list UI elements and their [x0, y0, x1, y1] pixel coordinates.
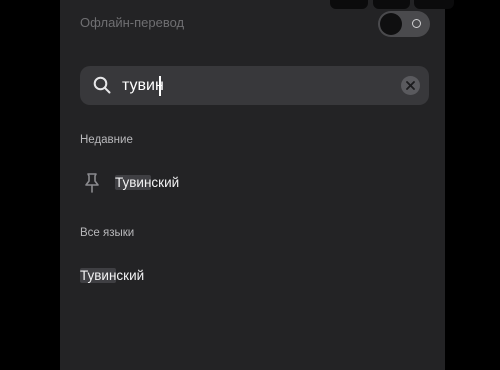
- top-tab[interactable]: [373, 0, 410, 9]
- toggle-knob: [380, 13, 402, 35]
- close-icon: [406, 81, 415, 90]
- all-languages-section-title: Все языки: [80, 227, 135, 239]
- match-highlight: Тувин: [80, 268, 117, 283]
- offline-translation-label: Офлайн-перевод: [80, 15, 185, 30]
- search-input[interactable]: [122, 72, 392, 99]
- offline-translation-row: Офлайн-перевод: [80, 10, 430, 38]
- top-tab[interactable]: [414, 0, 454, 9]
- recent-section-title: Недавние: [80, 134, 133, 146]
- search-field[interactable]: [80, 66, 429, 105]
- recent-language-item[interactable]: Тувинский: [115, 175, 179, 190]
- pin-icon: [82, 172, 102, 194]
- language-name-rest: ский: [116, 268, 145, 283]
- screen: Офлайн-перевод Недавние Тувинский В: [0, 0, 500, 370]
- language-name-rest: ский: [151, 175, 180, 190]
- offline-translation-toggle[interactable]: [378, 11, 430, 37]
- search-icon: [93, 76, 111, 94]
- match-highlight: Тувин: [115, 175, 152, 190]
- circle-icon: [412, 19, 421, 28]
- text-caret: [159, 76, 161, 96]
- clear-search-button[interactable]: [401, 76, 420, 95]
- top-tab[interactable]: [330, 0, 368, 9]
- language-item[interactable]: Тувинский: [80, 268, 144, 283]
